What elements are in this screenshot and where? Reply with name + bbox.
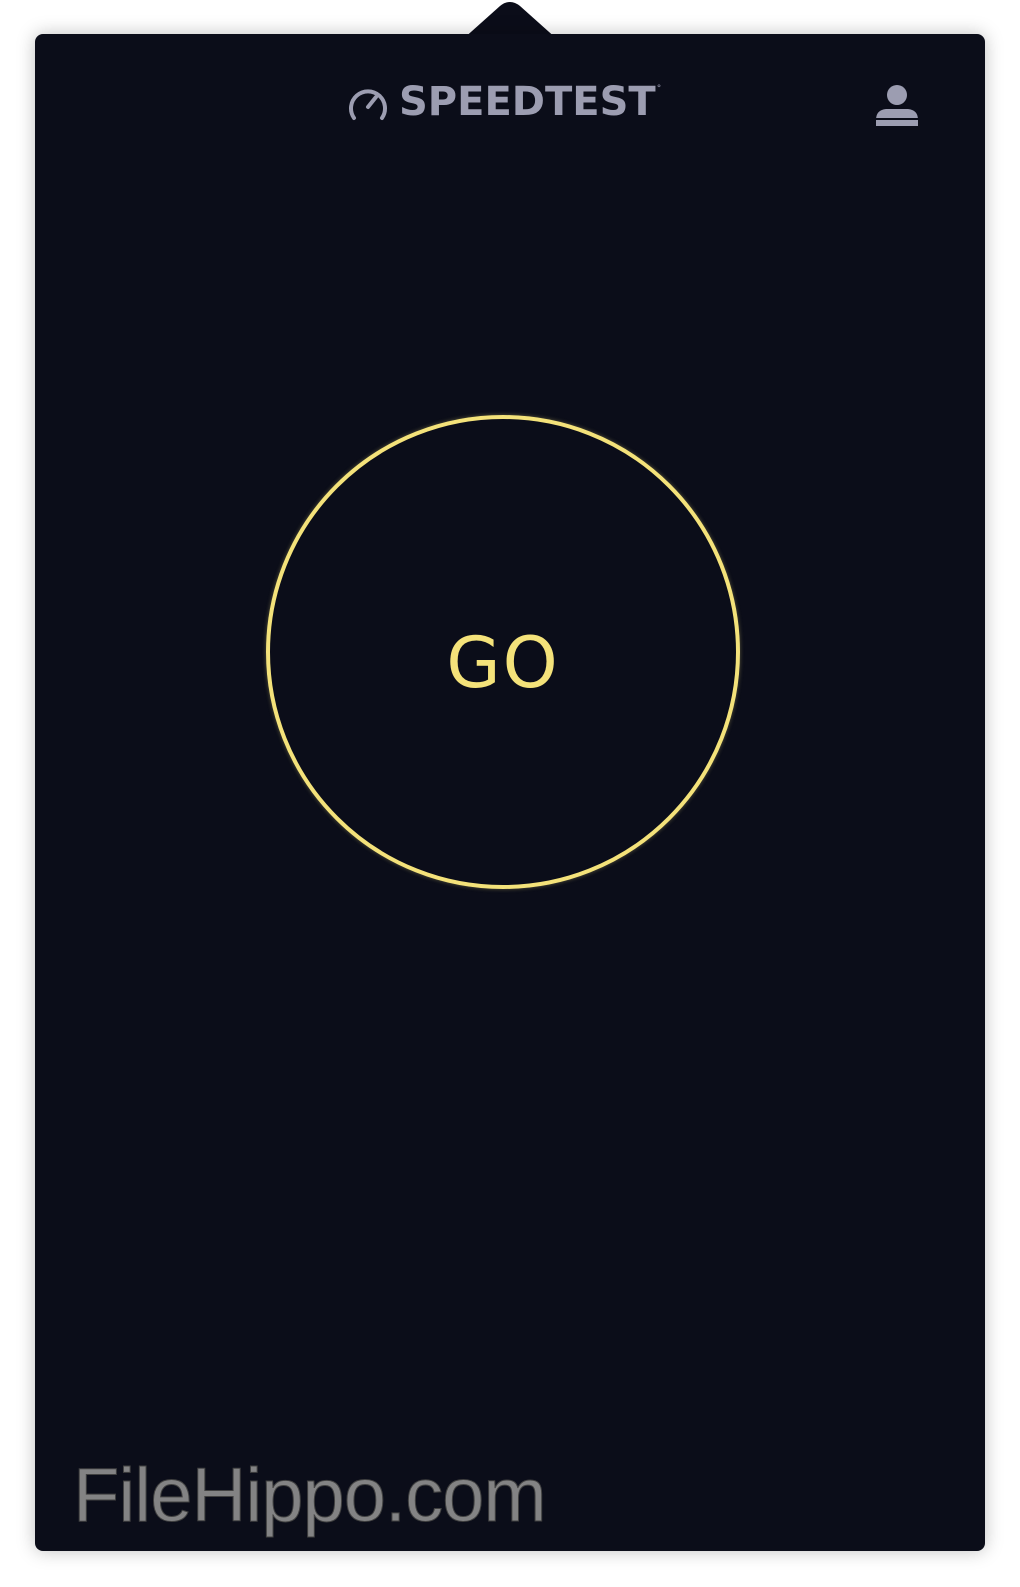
brand-trademark: ° bbox=[656, 84, 662, 94]
app-header: SPEEDTEST ° bbox=[35, 34, 985, 174]
user-icon bbox=[876, 85, 918, 126]
brand-name: SPEEDTEST bbox=[399, 79, 656, 125]
go-button[interactable]: GO bbox=[266, 415, 740, 889]
speedtest-popover: SPEEDTEST ° GO FileHippo.com bbox=[35, 34, 985, 1551]
account-button[interactable] bbox=[873, 80, 921, 128]
speedtest-logo: SPEEDTEST ° bbox=[345, 80, 661, 124]
speedometer-icon bbox=[349, 89, 387, 120]
go-label: GO bbox=[446, 622, 560, 704]
watermark-text: FileHippo.com bbox=[73, 1453, 548, 1539]
